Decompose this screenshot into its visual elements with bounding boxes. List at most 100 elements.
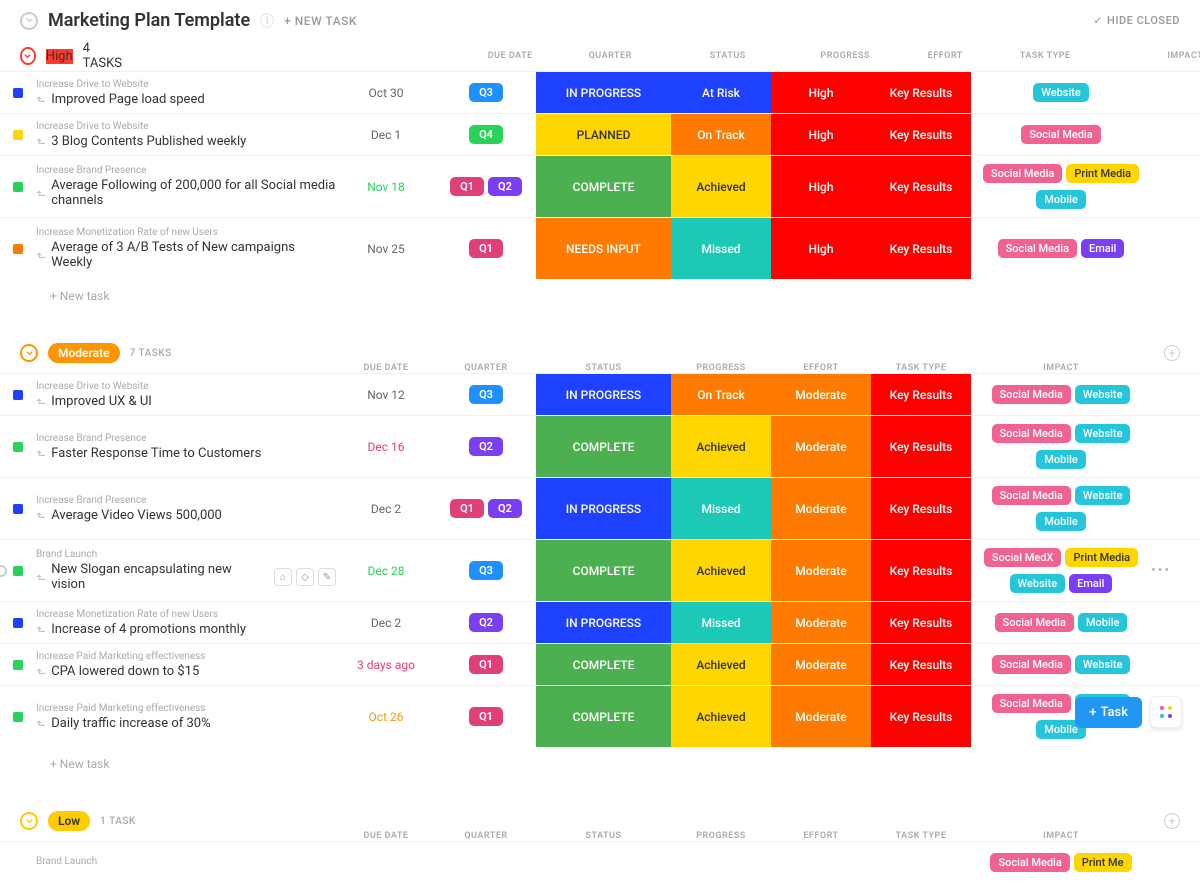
progress-cell[interactable]: Achieved xyxy=(671,416,771,477)
group-chevron-icon[interactable] xyxy=(20,812,38,830)
task-row[interactable]: Brand Launch Social MediaPrint Me xyxy=(0,841,1200,883)
quarter-pill[interactable]: Q3 xyxy=(469,385,503,404)
effort-cell[interactable]: Moderate xyxy=(771,644,871,685)
task-title[interactable]: Average of 3 A/B Tests of New campaigns … xyxy=(51,240,336,270)
task-title[interactable]: Improved Page load speed xyxy=(51,92,204,107)
progress-cell[interactable]: Missed xyxy=(671,478,771,539)
status-cell[interactable]: NEEDS INPUT xyxy=(536,218,671,279)
effort-cell[interactable]: Moderate xyxy=(771,374,871,415)
impact-tag[interactable]: Social Media xyxy=(992,694,1071,713)
effort-cell[interactable]: Moderate xyxy=(771,540,871,601)
quarter-pill[interactable]: Q1 xyxy=(450,499,484,518)
status-cell[interactable]: COMPLETE xyxy=(536,644,671,685)
progress-cell[interactable]: Missed xyxy=(671,602,771,643)
task-parent[interactable]: Increase Monetization Rate of new Users xyxy=(36,609,336,620)
due-date[interactable]: 3 days ago xyxy=(336,644,436,685)
impact-tag[interactable]: Website xyxy=(1075,385,1131,404)
type-cell[interactable]: Key Results xyxy=(871,72,971,113)
type-cell[interactable]: Key Results xyxy=(871,478,971,539)
quarter-pill[interactable]: Q1 xyxy=(469,239,503,258)
impact-tag[interactable]: Mobile xyxy=(1036,190,1086,209)
impact-tag[interactable]: Website xyxy=(1075,424,1131,443)
impact-tag[interactable]: Print Me xyxy=(1074,853,1132,872)
effort-cell[interactable]: High xyxy=(771,218,871,279)
status-cell[interactable]: COMPLETE xyxy=(536,540,671,601)
status-cell[interactable]: COMPLETE xyxy=(536,156,671,217)
task-row[interactable]: Increase Drive to Website ↳ 3 Blog Conte… xyxy=(0,113,1200,155)
status-dot[interactable] xyxy=(13,660,23,670)
group-chevron-icon[interactable] xyxy=(20,47,36,65)
status-dot[interactable] xyxy=(13,244,23,254)
due-date[interactable] xyxy=(336,842,436,883)
effort-cell[interactable]: Moderate xyxy=(771,602,871,643)
task-title[interactable]: Faster Response Time to Customers xyxy=(51,446,261,461)
status-cell[interactable]: IN PROGRESS xyxy=(536,602,671,643)
quarter-pill[interactable]: Q2 xyxy=(488,177,522,196)
task-parent[interactable]: Brand Launch xyxy=(36,549,336,560)
impact-tag[interactable]: Mobile xyxy=(1036,512,1086,531)
task-parent[interactable]: Increase Drive to Website xyxy=(36,381,336,392)
impact-tag[interactable]: Print Media xyxy=(1066,164,1139,183)
type-cell[interactable] xyxy=(871,842,971,883)
status-dot[interactable] xyxy=(13,390,23,400)
task-parent[interactable]: Increase Brand Presence xyxy=(36,433,336,444)
status-dot[interactable] xyxy=(13,566,23,576)
quarter-pill[interactable]: Q3 xyxy=(469,83,503,102)
collapse-chevron-icon[interactable] xyxy=(20,12,38,30)
task-parent[interactable]: Increase Monetization Rate of new Users xyxy=(36,227,336,238)
progress-cell[interactable]: On Track xyxy=(671,374,771,415)
status-cell[interactable] xyxy=(536,842,671,883)
task-title[interactable]: Daily traffic increase of 30% xyxy=(51,716,210,731)
due-date[interactable]: Nov 18 xyxy=(336,156,436,217)
effort-cell[interactable]: High xyxy=(771,114,871,155)
status-dot-empty[interactable] xyxy=(0,565,7,577)
effort-cell[interactable]: High xyxy=(771,156,871,217)
priority-pill[interactable]: Moderate xyxy=(48,343,120,363)
impact-tag[interactable]: Social Media xyxy=(992,385,1071,404)
effort-cell[interactable]: Moderate xyxy=(771,686,871,747)
task-title[interactable]: Improved UX & UI xyxy=(51,394,152,409)
priority-pill[interactable]: High xyxy=(46,49,73,64)
due-date[interactable]: Nov 12 xyxy=(336,374,436,415)
progress-cell[interactable]: Achieved xyxy=(671,644,771,685)
effort-cell[interactable] xyxy=(771,842,871,883)
task-title[interactable]: Increase of 4 promotions monthly xyxy=(51,622,246,637)
due-date[interactable]: Oct 26 xyxy=(336,686,436,747)
progress-cell[interactable] xyxy=(671,842,771,883)
status-cell[interactable]: COMPLETE xyxy=(536,416,671,477)
due-date[interactable]: Dec 28 xyxy=(336,540,436,601)
task-title[interactable]: 3 Blog Contents Published weekly xyxy=(51,134,246,149)
impact-tag[interactable]: Social Media xyxy=(992,655,1071,674)
task-title[interactable]: Average Video Views 500,000 xyxy=(51,508,222,523)
impact-tag[interactable]: Social Media xyxy=(983,164,1062,183)
info-icon[interactable]: ⓘ xyxy=(260,11,274,31)
status-dot[interactable] xyxy=(13,182,23,192)
priority-pill[interactable]: Low xyxy=(48,811,90,831)
task-parent[interactable]: Increase Paid Marketing effectiveness xyxy=(36,651,336,662)
impact-tag[interactable]: Mobile xyxy=(1078,613,1128,632)
due-date[interactable]: Dec 2 xyxy=(336,478,436,539)
type-cell[interactable]: Key Results xyxy=(871,644,971,685)
status-cell[interactable]: IN PROGRESS xyxy=(536,374,671,415)
new-task-header-button[interactable]: + NEW TASK xyxy=(284,14,357,28)
progress-cell[interactable]: Achieved xyxy=(671,156,771,217)
impact-tag[interactable]: Email xyxy=(1069,574,1112,593)
type-cell[interactable]: Key Results xyxy=(871,686,971,747)
status-dot[interactable] xyxy=(13,504,23,514)
status-cell[interactable]: IN PROGRESS xyxy=(536,478,671,539)
task-row[interactable]: Increase Monetization Rate of new Users … xyxy=(0,601,1200,643)
group-chevron-icon[interactable] xyxy=(20,344,38,362)
task-row[interactable]: Increase Brand Presence ↳ Average Follow… xyxy=(0,155,1200,217)
due-date[interactable]: Oct 30 xyxy=(336,72,436,113)
task-parent[interactable]: Increase Paid Marketing effectiveness xyxy=(36,703,336,714)
task-row[interactable]: Increase Paid Marketing effectiveness ↳ … xyxy=(0,643,1200,685)
impact-tag[interactable]: Social Media xyxy=(990,853,1069,872)
assignee-icon[interactable]: ⌂ xyxy=(274,568,292,586)
type-cell[interactable]: Key Results xyxy=(871,114,971,155)
task-row[interactable]: Increase Brand Presence ↳ Faster Respons… xyxy=(0,415,1200,477)
type-cell[interactable]: Key Results xyxy=(871,602,971,643)
tag-icon[interactable]: ◇ xyxy=(296,568,314,586)
add-column-icon[interactable]: + xyxy=(1164,813,1180,829)
impact-tag[interactable]: Social Media xyxy=(998,239,1077,258)
type-cell[interactable]: Key Results xyxy=(871,156,971,217)
